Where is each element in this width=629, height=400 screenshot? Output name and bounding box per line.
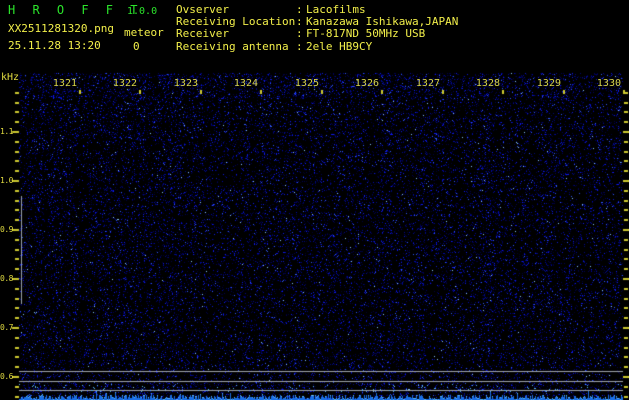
- info-separator: :: [296, 27, 303, 41]
- observation-datetime: 25.11.28 13:20: [8, 39, 101, 52]
- frequency-unit-label: kHz: [1, 72, 20, 83]
- y-tick-label-0.7: 0.7: [0, 323, 13, 332]
- x-tick-label-1330: 1330: [596, 78, 621, 89]
- x-tick-label-1322: 1322: [112, 78, 137, 89]
- y-tick-label-1.0: 1.0: [0, 176, 13, 185]
- info-label: Receiver: [176, 27, 229, 41]
- hrofft-window: kHz 1321 1322 1323 1324 1325 1326 1327 1328 1329…: [0, 0, 629, 400]
- info-value: FT-817ND 50MHz USB: [306, 27, 426, 41]
- app-version: 1.0.0: [127, 6, 158, 17]
- x-tick-label-1325: 1325: [294, 78, 319, 89]
- output-filename: XX2511281320.png: [8, 22, 114, 35]
- x-tick-label-1327: 1327: [415, 78, 440, 89]
- y-tick-label-0.9: 0.9: [0, 225, 13, 234]
- y-tick-label-0.6: 0.6: [0, 372, 13, 381]
- station-info-block: Ovserver : Lacofilms Receiving Location …: [176, 3, 458, 53]
- x-tick-label-1323: 1323: [173, 78, 198, 89]
- x-tick-label-1328: 1328: [475, 78, 500, 89]
- x-tick-label-1321: 1321: [52, 78, 77, 89]
- y-tick-label-0.8: 0.8: [0, 274, 13, 283]
- x-tick-label-1324: 1324: [233, 78, 258, 89]
- info-row-receiving-antenna: Receiving antenna : 2ele HB9CY: [176, 39, 458, 53]
- x-tick-label-1326: 1326: [354, 78, 379, 89]
- info-separator: :: [296, 39, 303, 53]
- app-title: H R O F F T: [8, 3, 143, 17]
- echo-count-value: 0: [133, 40, 140, 53]
- x-tick-label-1329: 1329: [536, 78, 561, 89]
- observation-mode-label: meteor: [124, 26, 164, 39]
- info-value: 2ele HB9CY: [306, 39, 373, 53]
- info-row-receiver: Receiver : FT-817ND 50MHz USB: [176, 28, 458, 40]
- info-label: Receiving antenna: [176, 39, 289, 53]
- y-tick-label-1.1: 1.1: [0, 127, 13, 136]
- spectrogram-axis-labels: kHz 1321 1322 1323 1324 1325 1326 1327 1328 1329…: [0, 0, 629, 400]
